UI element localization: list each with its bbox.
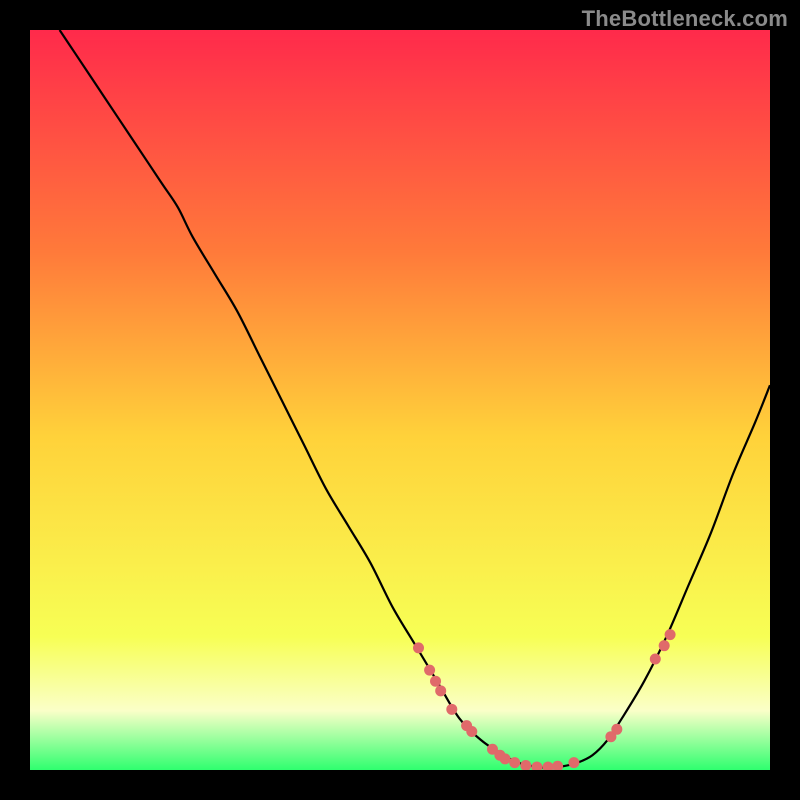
data-marker [509,757,520,768]
data-marker [665,629,676,640]
bottleneck-chart [30,30,770,770]
data-marker [466,726,477,737]
data-marker [568,757,579,768]
data-marker [413,642,424,653]
data-marker [611,724,622,735]
data-marker [500,753,511,764]
chart-frame: TheBottleneck.com [0,0,800,800]
data-marker [659,640,670,651]
data-marker [430,676,441,687]
data-marker [650,654,661,665]
data-marker [424,665,435,676]
data-marker [446,704,457,715]
data-marker [435,685,446,696]
plot-area [30,30,770,770]
watermark-text: TheBottleneck.com [582,6,788,32]
